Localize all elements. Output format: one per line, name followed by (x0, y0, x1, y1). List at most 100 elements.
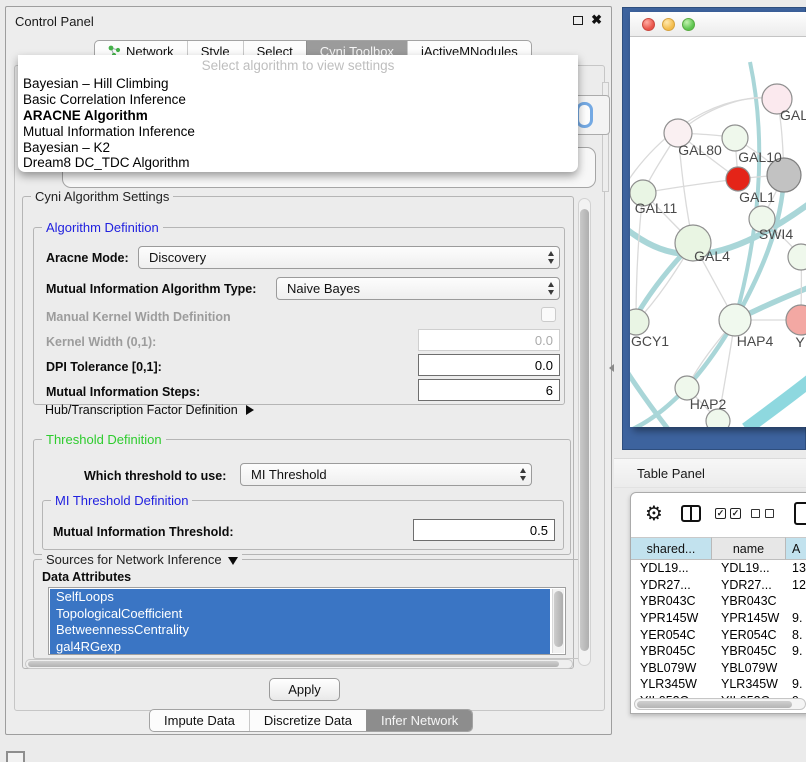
table-header-row: shared... name A (631, 537, 806, 560)
dropdown-item-aracne[interactable]: ARACNE Algorithm (23, 108, 573, 124)
table-row[interactable]: YPR145WYPR145W9. (631, 610, 806, 627)
unchecked-checkbox-icon[interactable] (765, 509, 774, 518)
mi-threshold-group-title: MI Threshold Definition (51, 493, 192, 508)
minimize-window-icon[interactable] (662, 18, 675, 31)
table-row[interactable]: YBR045CYBR045C9. (631, 643, 806, 660)
table-panel: ⚙ ✓ ✓ shared... name A YDL19...YDL19...1… (630, 492, 806, 714)
hub-definition-expander[interactable]: Hub/Transcription Factor Definition (45, 403, 254, 417)
tab-discretize-data[interactable]: Discretize Data (249, 710, 366, 731)
list-item[interactable]: gal4RGexp (50, 639, 550, 656)
list-item[interactable]: TopologicalCoefficient (50, 606, 550, 623)
network-view-window: GAL GAL80 GAL10 GAL1 GAL11 SWI4 GAL4 GCY… (630, 12, 806, 427)
table-row[interactable]: YBL079WYBL079W (631, 660, 806, 677)
sources-group: Sources for Network Inference Data Attri… (33, 559, 583, 659)
table-row[interactable]: YBR043CYBR043C (631, 593, 806, 610)
checked-checkbox-icon[interactable]: ✓ (715, 508, 726, 519)
combo-arrows-icon (520, 468, 526, 481)
checked-checkbox-icon[interactable]: ✓ (730, 508, 741, 519)
table-body: YDL19...YDL19...13 YDR27...YDR27...12 YB… (631, 560, 806, 713)
node-label: GAL4 (694, 248, 730, 264)
threshold-definition-group: Threshold Definition Which threshold to … (33, 439, 571, 555)
table-row[interactable]: YDL19...YDL19...13 (631, 560, 806, 577)
node-hap4[interactable] (719, 304, 751, 336)
table-row[interactable]: YER054CYER054C8. (631, 626, 806, 643)
node-label: GAL1 (739, 189, 775, 205)
manual-kernel-checkbox[interactable] (541, 307, 556, 322)
which-threshold-select[interactable]: MI Threshold (240, 463, 532, 486)
table-panel-title: Table Panel (637, 466, 705, 481)
float-window-icon[interactable] (573, 16, 583, 25)
node-gal1-red[interactable] (726, 167, 750, 191)
sources-group-title[interactable]: Sources for Network Inference (42, 552, 242, 567)
network-canvas[interactable]: GAL GAL80 GAL10 GAL1 GAL11 SWI4 GAL4 GCY… (630, 37, 806, 427)
node-gal10[interactable] (722, 125, 748, 151)
tab-infer-network[interactable]: Infer Network (366, 710, 472, 731)
table-row[interactable]: YDR27...YDR27...12 (631, 577, 806, 594)
close-icon[interactable]: ✖ (591, 12, 602, 28)
column-header-shared-name[interactable]: shared... (631, 537, 712, 560)
table-row[interactable]: YLR345WYLR345W9. (631, 676, 806, 693)
mi-steps-field[interactable]: 6 (418, 379, 560, 401)
column-header-clipped[interactable]: A (786, 537, 806, 560)
node-label: HAP2 (690, 396, 727, 412)
table-options-gear-icon[interactable]: ⚙ (645, 501, 663, 525)
algorithm-definition-group: Algorithm Definition Aracne Mode: Discov… (33, 227, 565, 405)
list-vertical-scrollbar[interactable] (552, 589, 564, 653)
dropdown-placeholder: Select algorithm to view settings (18, 58, 578, 73)
column-header-name[interactable]: name (712, 537, 786, 560)
node-right-partial[interactable] (788, 244, 806, 270)
collapsed-arrow-icon (246, 405, 254, 415)
manual-kernel-label: Manual Kernel Width Definition (46, 310, 231, 324)
zoom-window-icon[interactable] (682, 18, 695, 31)
aracne-mode-label: Aracne Mode: (46, 251, 129, 265)
dropdown-item-dream8[interactable]: Dream8 DC_TDC Algorithm (23, 155, 573, 171)
list-item[interactable]: SelfLoops (50, 589, 550, 606)
node-gcy1[interactable] (630, 309, 649, 335)
mi-threshold-group: MI Threshold Definition Mutual Informati… (42, 500, 564, 550)
tab-impute-data[interactable]: Impute Data (150, 710, 249, 731)
cyni-bottom-tabs: Impute Data Discretize Data Infer Networ… (149, 709, 473, 732)
mi-steps-label: Mutual Information Steps: (46, 385, 200, 399)
table-panel-titlebar: Table Panel (614, 458, 806, 488)
settings-horizontal-scrollbar[interactable] (25, 659, 573, 669)
settings-group-title: Cyni Algorithm Settings (31, 189, 173, 204)
dropdown-item-mutual-information[interactable]: Mutual Information Inference (23, 124, 573, 140)
mi-threshold-field[interactable]: 0.5 (413, 519, 555, 541)
mi-algorithm-type-select[interactable]: Naive Bayes (276, 277, 560, 300)
aracne-mode-select[interactable]: Discovery (138, 246, 560, 269)
screen: Control Panel ✖ Network Style Select (0, 0, 806, 762)
minimized-panel-icon[interactable] (6, 751, 25, 762)
splitter-collapse-arrow[interactable] (609, 364, 614, 372)
node-label: GAL (780, 107, 806, 123)
column-layout-icon[interactable] (681, 505, 701, 522)
mi-threshold-label: Mutual Information Threshold: (53, 525, 234, 539)
network-window-titlebar[interactable] (630, 12, 806, 37)
combo-focus-ring-fragment (576, 102, 593, 128)
cyni-algorithm-settings-group: Cyni Algorithm Settings Algorithm Defini… (22, 196, 574, 669)
apply-button[interactable]: Apply (269, 678, 340, 701)
dropdown-item-basic-correlation[interactable]: Basic Correlation Inference (23, 92, 573, 108)
list-item[interactable]: BetweennessCentrality (50, 622, 550, 639)
node-label: GAL10 (738, 149, 782, 165)
dropdown-item-bayesian-k2[interactable]: Bayesian – K2 (23, 140, 573, 156)
kernel-width-field[interactable]: 0.0 (418, 329, 560, 351)
kernel-width-label: Kernel Width (0,1): (46, 335, 156, 349)
data-attributes-label: Data Attributes (42, 570, 131, 584)
network-view-frame: GAL GAL80 GAL10 GAL1 GAL11 SWI4 GAL4 GCY… (622, 7, 806, 450)
node-label: GAL11 (635, 200, 678, 216)
unchecked-checkbox-icon[interactable] (751, 509, 760, 518)
node-salmon[interactable] (786, 305, 806, 335)
settings-vertical-scrollbar[interactable] (578, 198, 591, 666)
threshold-definition-title: Threshold Definition (42, 432, 166, 447)
node-label: SWI4 (759, 226, 793, 242)
table-horizontal-scrollbar[interactable] (634, 698, 806, 710)
node-label: GAL80 (678, 142, 722, 158)
which-threshold-label: Which threshold to use: (84, 469, 226, 483)
function-builder-icon[interactable] (794, 502, 806, 525)
expanded-arrow-icon (228, 557, 238, 565)
data-attributes-list: SelfLoops TopologicalCoefficient Between… (48, 587, 566, 655)
dropdown-item-bayesian-hill-climbing[interactable]: Bayesian – Hill Climbing (23, 76, 573, 92)
algorithm-dropdown-menu: Select algorithm to view settings Bayesi… (18, 55, 578, 172)
close-window-icon[interactable] (642, 18, 655, 31)
dpi-tolerance-field[interactable]: 0.0 (418, 354, 560, 376)
